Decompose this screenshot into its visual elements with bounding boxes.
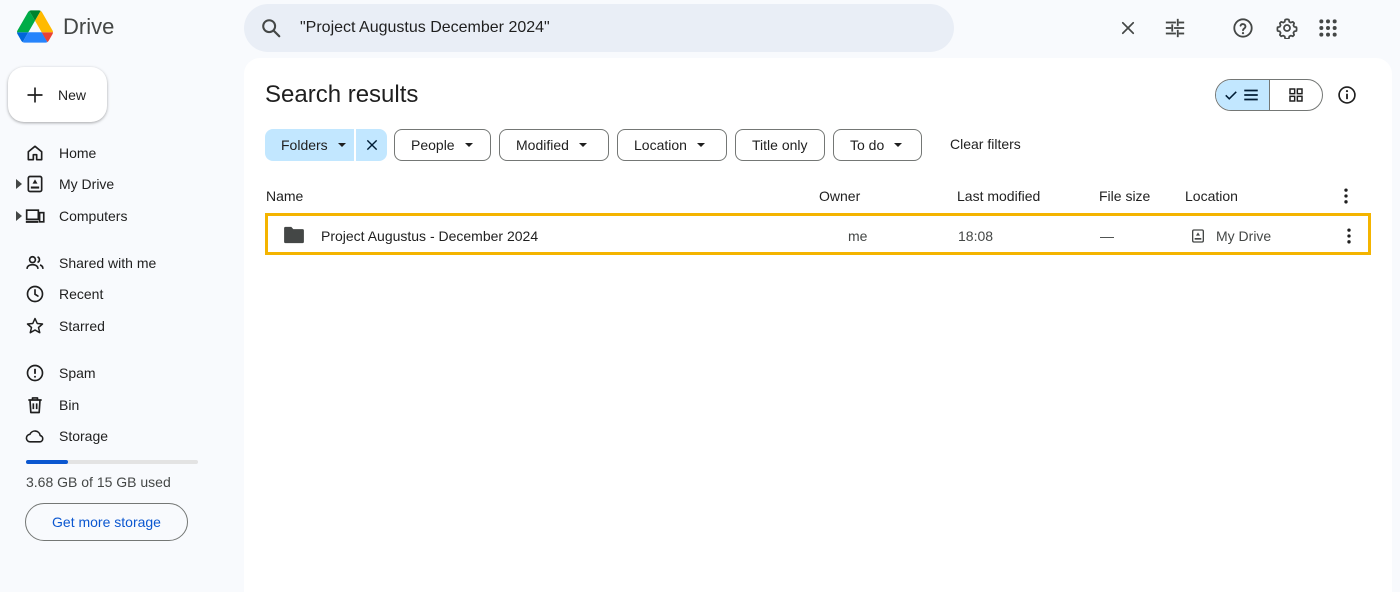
remove-filter-button[interactable]	[355, 129, 387, 161]
chip-label: Folders	[281, 137, 328, 153]
column-header-file-size[interactable]: File size	[1099, 188, 1150, 204]
clear-search-button[interactable]	[1108, 8, 1148, 48]
new-button[interactable]: New	[8, 67, 107, 122]
settings-button[interactable]	[1267, 8, 1307, 48]
dropdown-arrow-icon	[337, 143, 346, 147]
filter-chip-people[interactable]: People	[394, 129, 491, 161]
sidebar-item-recent[interactable]: Recent	[16, 278, 236, 310]
dropdown-arrow-icon	[696, 143, 705, 147]
search-input[interactable]	[300, 16, 860, 40]
sidebar-item-label: Spam	[59, 365, 96, 381]
dropdown-arrow-icon	[578, 143, 587, 147]
computers-icon	[25, 209, 45, 223]
sidebar-item-label: Starred	[59, 318, 105, 334]
gear-icon	[1276, 18, 1298, 39]
drive-logo[interactable]: Drive	[17, 10, 114, 43]
expand-caret-icon[interactable]	[16, 179, 22, 189]
column-header-owner[interactable]: Owner	[819, 188, 860, 204]
apps-grid-icon	[1319, 19, 1337, 37]
my-drive-icon	[27, 175, 43, 193]
close-icon	[1121, 21, 1135, 35]
clock-icon	[26, 285, 44, 303]
filter-chip-to-do[interactable]: To do	[833, 129, 922, 161]
sidebar-item-label: Recent	[59, 286, 104, 302]
spam-icon	[26, 364, 44, 382]
my-drive-icon	[1192, 229, 1204, 243]
close-icon	[366, 139, 377, 151]
drive-logo-icon	[17, 10, 53, 43]
filter-chip-modified[interactable]: Modified	[499, 129, 609, 161]
sidebar-item-label: Home	[59, 145, 97, 161]
dropdown-arrow-icon	[894, 143, 903, 147]
chip-label: People	[411, 137, 455, 153]
grid-icon	[1289, 88, 1303, 102]
storage-bar-fill	[26, 460, 69, 464]
list-view-button[interactable]	[1216, 80, 1270, 110]
help-button[interactable]	[1223, 8, 1263, 48]
main-panel: Search results Folders People Modified L…	[244, 58, 1392, 592]
check-icon	[1225, 91, 1238, 100]
dropdown-arrow-icon	[464, 143, 473, 147]
storage-bar	[26, 460, 198, 464]
sidebar-item-bin[interactable]: Bin	[16, 389, 236, 421]
file-location[interactable]: My Drive	[1216, 228, 1271, 244]
list-icon	[1244, 89, 1258, 101]
info-icon	[1338, 86, 1356, 104]
sidebar-item-label: Storage	[59, 428, 109, 444]
file-last-modified: 18:08	[958, 228, 994, 244]
filter-chip-folders[interactable]: Folders	[265, 129, 354, 161]
new-button-label: New	[58, 86, 87, 103]
chip-label: To do	[850, 137, 885, 153]
plus-icon	[27, 87, 43, 102]
help-icon	[1233, 18, 1253, 38]
people-icon	[26, 255, 44, 269]
app-title: Drive	[63, 13, 115, 39]
filter-chip-location[interactable]: Location	[617, 129, 727, 161]
sidebar-item-label: Shared with me	[59, 255, 157, 271]
file-size: —	[1100, 228, 1114, 244]
search-icon[interactable]	[260, 17, 282, 39]
sidebar-item-spam[interactable]: Spam	[16, 357, 236, 389]
column-options-more-icon[interactable]	[1336, 186, 1356, 206]
get-more-storage-button[interactable]: Get more storage	[25, 503, 188, 541]
storage-usage-text: 3.68 GB of 15 GB used	[26, 474, 171, 490]
filter-chip-title-only[interactable]: Title only	[735, 129, 825, 161]
search-bar[interactable]	[244, 4, 1185, 52]
view-details-button[interactable]	[1327, 75, 1367, 115]
column-header-last-modified[interactable]: Last modified	[957, 188, 1040, 204]
sidebar-item-storage[interactable]: Storage	[16, 420, 236, 452]
sidebar-item-shared-with-me[interactable]: Shared with me	[16, 247, 236, 279]
star-icon	[26, 317, 44, 334]
grid-view-button[interactable]	[1270, 80, 1323, 110]
chip-label: Title only	[752, 137, 808, 153]
sidebar-item-starred[interactable]: Starred	[16, 310, 236, 342]
home-icon	[27, 145, 43, 161]
expand-caret-icon[interactable]	[16, 211, 22, 221]
sidebar-item-home[interactable]: Home	[16, 137, 236, 169]
file-name: Project Augustus - December 2024	[321, 228, 539, 244]
trash-icon	[28, 397, 42, 414]
page-title: Search results	[265, 81, 419, 108]
chip-label: Modified	[516, 137, 569, 153]
column-header-location[interactable]: Location	[1185, 188, 1238, 204]
more-actions-icon[interactable]	[1339, 226, 1359, 246]
sidebar-item-my-drive[interactable]: My Drive	[16, 168, 236, 200]
tune-icon	[1165, 18, 1185, 38]
sidebar-item-label: Bin	[59, 397, 80, 413]
apps-button[interactable]	[1308, 8, 1348, 48]
cloud-icon	[25, 430, 44, 443]
file-owner: me	[848, 228, 868, 244]
table-row[interactable]: Project Augustus - December 2024 me 18:0…	[265, 213, 1371, 255]
column-header-name[interactable]: Name	[266, 188, 303, 204]
sidebar-item-label: My Drive	[59, 176, 115, 192]
folder-icon	[284, 226, 304, 244]
search-options-button[interactable]	[1155, 8, 1195, 48]
chip-label: Location	[634, 137, 687, 153]
clear-filters-button[interactable]: Clear filters	[950, 136, 1021, 152]
view-toggle	[1215, 79, 1323, 111]
sidebar-item-label: Computers	[59, 208, 128, 224]
sidebar-item-computers[interactable]: Computers	[16, 200, 236, 232]
